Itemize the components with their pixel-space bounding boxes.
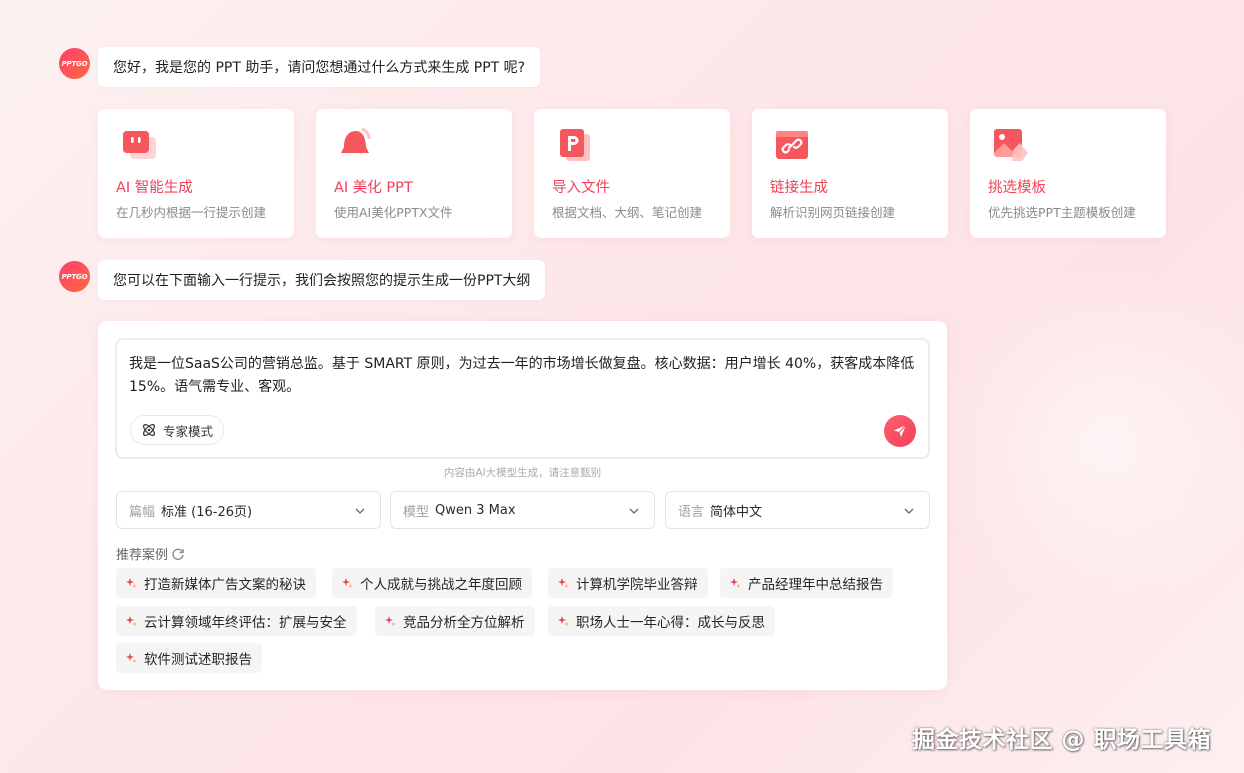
prompt-input[interactable]: 我是一位SaaS公司的营销总监。基于 SMART 原则，为过去一年的市场增长做复… [115,338,930,459]
send-button[interactable] [884,415,916,447]
card-title: AI 智能生成 [116,180,193,196]
length-select[interactable]: 篇幅 标准 (16-26页) [116,491,381,529]
hint-message: 您可以在下面输入一行提示，我们会按照您的提示生成一份PPT大纲 [98,260,546,300]
card-ai-beautify[interactable]: AI 美化 PPT 使用AI美化PPTX文件 [316,109,512,238]
hint-text: 您可以在下面输入一行提示，我们会按照您的提示生成一份PPT大纲 [113,273,531,289]
case-chip[interactable]: 计算机学院毕业答辩 [548,568,708,598]
case-chip[interactable]: 职场人士一年心得：成长与反思 [548,606,775,636]
sparkle-icon [126,616,137,626]
select-value: 简体中文 [710,504,763,520]
sparkle-icon [558,578,569,588]
bell-sparkle-icon [341,127,371,155]
select-value: 标准 (16-26页) [161,504,253,520]
language-select[interactable]: 语言 简体中文 [665,491,930,529]
sparkle-icon [730,578,741,588]
card-title: AI 美化 PPT [334,180,413,196]
card-desc: 根据文档、大纲、笔记创建 [552,205,703,220]
sparkle-icon [385,616,396,626]
card-import-file[interactable]: 导入文件 根据文档、大纲、笔记创建 [534,109,730,238]
send-icon [894,424,907,437]
case-chip[interactable]: 打造新媒体广告文案的秘诀 [116,568,316,598]
card-desc: 解析识别网页链接创建 [770,205,896,220]
link-icon [776,131,808,159]
ppt-file-icon [560,129,590,161]
expert-mode-button[interactable]: 专家模式 [130,415,225,445]
ai-disclaimer: 内容由AI大模型生成，请注意甄别 [443,467,602,479]
case-label: 打造新媒体广告文案的秘诀 [144,577,306,593]
case-chip[interactable]: 产品经理年中总结报告 [720,568,893,598]
sparkle-icon [558,616,569,626]
case-chip[interactable]: 软件测试述职报告 [116,643,262,673]
card-desc: 在几秒内根据一行提示创建 [116,205,267,220]
card-title: 挑选模板 [988,180,1046,196]
case-label: 竞品分析全方位解析 [403,615,525,631]
select-label: 篇幅 [129,504,156,520]
case-label: 职场人士一年心得：成长与反思 [576,615,765,631]
background-decoration [924,260,1244,620]
cases-title-text: 推荐案例 [116,548,169,563]
card-desc: 使用AI美化PPTX文件 [334,205,453,220]
case-label: 计算机学院毕业答辩 [576,577,698,593]
case-label: 产品经理年中总结报告 [748,577,883,593]
chevron-down-icon [629,508,639,514]
case-label: 个人成就与挑战之年度回顾 [360,577,522,593]
card-title: 导入文件 [552,180,610,196]
atom-icon [143,424,155,436]
card-pick-template[interactable]: 挑选模板 优先挑选PPT主题模板创建 [970,109,1166,238]
case-label: 软件测试述职报告 [144,652,252,668]
chat-icon [123,131,156,159]
case-chip[interactable]: 云计算领域年终评估：扩展与安全 [116,606,357,636]
sparkle-icon [342,578,353,588]
select-label: 语言 [678,504,705,520]
model-select[interactable]: 模型 Qwen 3 Max [390,491,655,529]
card-ai-generate[interactable]: AI 智能生成 在几秒内根据一行提示创建 [98,109,294,238]
card-desc: 优先挑选PPT主题模板创建 [988,205,1136,220]
case-chip[interactable]: 竞品分析全方位解析 [375,606,535,636]
expert-mode-label: 专家模式 [163,423,214,439]
select-label: 模型 [403,504,430,520]
recommended-cases-title: 推荐案例 [116,544,185,563]
image-template-icon [994,129,1028,161]
watermark: 掘金技术社区 @ 职场工具箱 [912,727,1212,753]
card-title: 链接生成 [770,180,828,196]
case-chip[interactable]: 个人成就与挑战之年度回顾 [332,568,532,598]
assistant-avatar: PPTGO [59,48,90,79]
assistant-avatar: PPTGO [59,261,90,292]
sparkle-icon [126,578,137,588]
select-value: Qwen 3 Max [435,502,516,518]
chevron-down-icon [904,508,914,514]
sparkle-icon [126,653,137,663]
refresh-icon[interactable] [171,547,185,561]
greeting-message: 您好，我是您的 PPT 助手，请问您想通过什么方式来生成 PPT 呢? [98,47,541,87]
card-link-generate[interactable]: 链接生成 解析识别网页链接创建 [752,109,948,238]
chevron-down-icon [355,508,365,514]
prompt-panel: 我是一位SaaS公司的营销总监。基于 SMART 原则，为过去一年的市场增长做复… [98,321,947,690]
case-label: 云计算领域年终评估：扩展与安全 [144,615,347,631]
prompt-text[interactable]: 我是一位SaaS公司的营销总监。基于 SMART 原则，为过去一年的市场增长做复… [129,353,919,399]
greeting-text: 您好，我是您的 PPT 助手，请问您想通过什么方式来生成 PPT 呢? [113,60,526,76]
